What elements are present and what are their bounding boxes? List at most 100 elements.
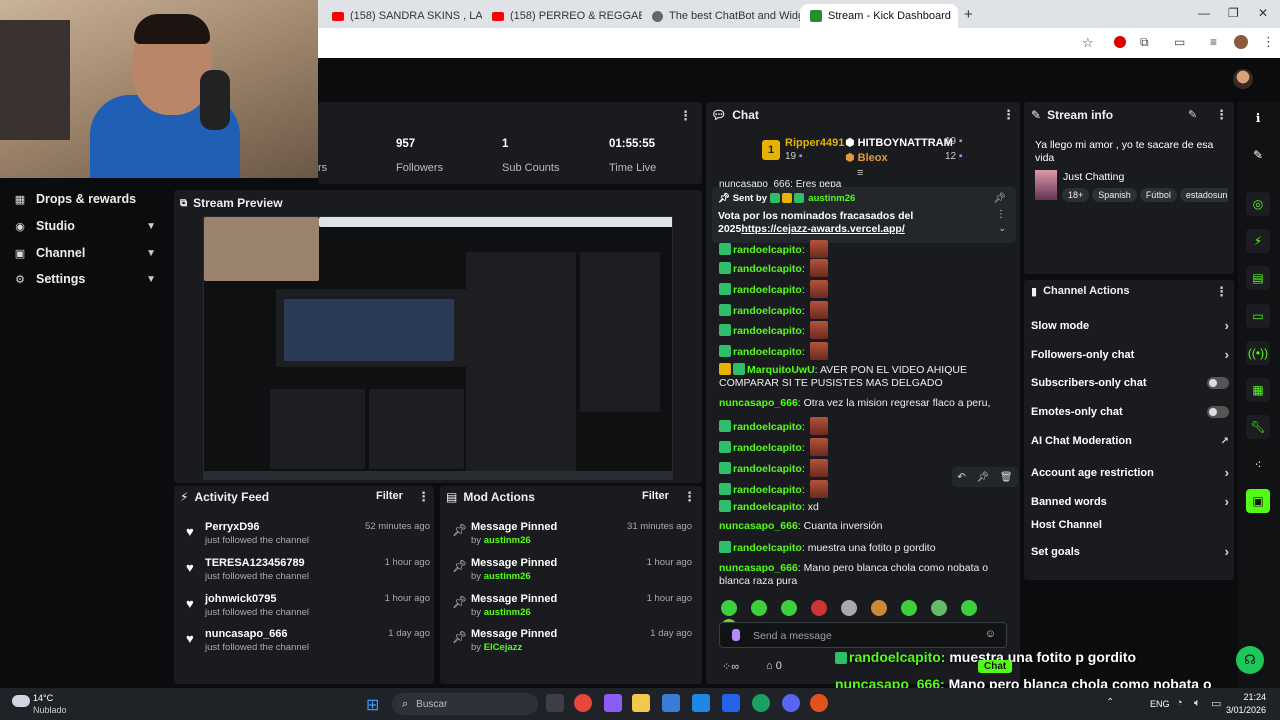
edge-icon[interactable] [752, 694, 770, 712]
store-icon[interactable] [662, 694, 680, 712]
layout-icon[interactable]: ▦ [1246, 378, 1270, 402]
kebab-icon[interactable]: ⋮ [996, 209, 1006, 220]
browser-tab[interactable]: The best ChatBot and Widgets ✕ [642, 4, 800, 28]
emote[interactable] [811, 600, 827, 616]
action-host-channel[interactable]: Host Channel [1031, 519, 1229, 531]
minimize-icon[interactable]: — [1198, 6, 1210, 20]
support-icon[interactable]: ☊ [1236, 646, 1264, 674]
close-window-icon[interactable]: ✕ [1258, 6, 1268, 20]
emote[interactable] [931, 600, 947, 616]
browser-tab[interactable]: (158) SANDRA SKINS , LA STRE ✕ [322, 4, 482, 28]
maximize-icon[interactable]: ❐ [1228, 6, 1239, 20]
chrome-icon[interactable] [574, 694, 592, 712]
close-icon[interactable]: ✕ [957, 10, 958, 23]
pencil-icon[interactable]: ✎ [1246, 143, 1270, 167]
follower-name[interactable]: PerryxD96 [205, 521, 259, 533]
user-avatar[interactable] [1233, 69, 1253, 89]
action-slow-mode[interactable]: Slow mode › [1031, 318, 1229, 333]
action-account-age[interactable]: Account age restriction › [1031, 465, 1229, 480]
pinned-link[interactable]: https://cejazz-awards.vercel.app/ [741, 223, 904, 235]
kick-app-icon[interactable]: ▣ [1246, 489, 1270, 513]
kebab-icon[interactable]: ⋮ [1215, 284, 1228, 300]
opera-icon[interactable] [1114, 36, 1126, 48]
discord-icon[interactable] [782, 694, 800, 712]
language-indicator[interactable]: ENG [1150, 699, 1170, 709]
unpin-icon[interactable]: 📌︎ [993, 193, 1006, 204]
kebab-icon[interactable]: ⋮ [683, 489, 696, 505]
new-tab-button[interactable]: + [964, 6, 973, 23]
toggle-switch[interactable] [1207, 377, 1229, 389]
nav-channel[interactable]: ▣ Channel ▼ [0, 240, 170, 266]
filter-button[interactable]: Filter [376, 490, 403, 502]
nav-settings[interactable]: ⚙ Settings ▼ [0, 266, 170, 292]
cast-icon[interactable]: ▭ [1174, 35, 1185, 49]
kebab-icon[interactable]: ⋮ [1215, 107, 1228, 123]
emote[interactable] [961, 600, 977, 616]
taskview-icon[interactable] [546, 694, 564, 712]
extensions-icon[interactable]: ⧉ [1140, 35, 1149, 50]
dropbox-icon[interactable] [722, 694, 740, 712]
emote[interactable] [871, 600, 887, 616]
info-icon[interactable]: ℹ [1246, 106, 1270, 130]
gift-count[interactable]: ⌂ 0 [766, 660, 782, 672]
kebab-icon[interactable]: ⋮ [679, 108, 692, 124]
reply-icon[interactable]: ↶ [957, 472, 965, 483]
chevron-up-icon[interactable]: ⌃ [1106, 697, 1114, 708]
action-set-goals[interactable]: Set goals › [1031, 544, 1229, 559]
dots-icon[interactable]: ⁖ [1246, 453, 1270, 477]
bolt-icon[interactable]: ⚡ [1246, 229, 1270, 253]
action-followers-only[interactable]: Followers-only chat › [1031, 347, 1229, 362]
brave-icon[interactable] [810, 694, 828, 712]
chevron-down-icon[interactable]: ⌄ [998, 223, 1006, 234]
tag[interactable]: estadosun [1179, 188, 1228, 202]
nav-studio[interactable]: ◉ Studio ▼ [0, 213, 170, 239]
copilot-icon[interactable] [604, 694, 622, 712]
leader-third[interactable]: ⬢ Bleox [845, 151, 888, 164]
target-icon[interactable]: ◎ [1246, 192, 1270, 216]
wifi-icon[interactable]: ◔ [1176, 697, 1183, 709]
chat-button[interactable]: Chat [978, 660, 1013, 673]
follower-name[interactable]: TERESA123456789 [205, 557, 305, 569]
filter-button[interactable]: Filter [642, 490, 669, 502]
broadcast-icon[interactable]: ((•)) [1246, 341, 1270, 365]
follower-name[interactable]: nuncasapo_666 [205, 628, 288, 640]
browser-tab[interactable]: (158) PERREO & REGGAETON C ✕ [482, 4, 642, 28]
category-name[interactable]: Just Chatting [1063, 171, 1124, 183]
kebab-icon[interactable]: ⋮ [1002, 107, 1015, 123]
action-ai-moderation[interactable]: AI Chat Moderation ↗ [1031, 435, 1229, 447]
profile-avatar[interactable] [1234, 35, 1248, 49]
pin-icon[interactable]: 📌︎ [976, 472, 989, 483]
taskbar-search[interactable]: ⌕ Buscar [392, 693, 538, 715]
points-icon[interactable]: ⁘∞ [722, 660, 739, 673]
menu-icon[interactable]: ⋮ [1262, 34, 1275, 50]
battery-icon[interactable]: ▭ [1211, 697, 1221, 710]
tag[interactable]: 18+ [1062, 188, 1090, 202]
volume-icon[interactable]: 🔈︎ [1194, 697, 1201, 710]
emote[interactable] [841, 600, 857, 616]
folder-icon[interactable] [632, 694, 650, 712]
bookmark-star-icon[interactable]: ☆ [1082, 35, 1094, 51]
emote[interactable] [751, 600, 767, 616]
chat-icon[interactable]: ▭ [1246, 304, 1270, 328]
tag[interactable]: Spanish [1092, 188, 1137, 202]
emote[interactable] [901, 600, 917, 616]
emoji-icon[interactable]: ☺ [985, 628, 996, 640]
browser-tab-active[interactable]: Stream - Kick Dashboard ✕ [800, 4, 958, 28]
wrench-icon[interactable]: 🔧︎ [1246, 415, 1270, 439]
chat-input[interactable]: Send a message ☺ [719, 622, 1007, 648]
nav-drops-rewards[interactable]: ▦ Drops & rewards [0, 186, 170, 212]
follower-name[interactable]: johnwick0795 [205, 593, 277, 605]
kebab-icon[interactable]: ⋮ [417, 489, 430, 505]
toggle-switch[interactable] [1207, 406, 1229, 418]
action-subscribers-only[interactable]: Subscribers-only chat [1031, 377, 1229, 389]
outlook-icon[interactable] [692, 694, 710, 712]
delete-icon[interactable]: 🗑︎ [1000, 472, 1013, 483]
clock-time[interactable]: 21:24 [1226, 692, 1266, 702]
leader-name[interactable]: Ripper4491 [785, 137, 844, 149]
document-icon[interactable]: ▤ [1246, 266, 1270, 290]
clock-date[interactable]: 3/01/2026 [1226, 705, 1266, 715]
edit-icon[interactable]: ✎ [1188, 108, 1197, 121]
leader-second[interactable]: ⬢ HITBOYNATTRAM [845, 136, 953, 149]
queue-icon[interactable]: ≡ [1210, 35, 1217, 49]
windows-start-icon[interactable]: ⊞ [366, 695, 379, 715]
